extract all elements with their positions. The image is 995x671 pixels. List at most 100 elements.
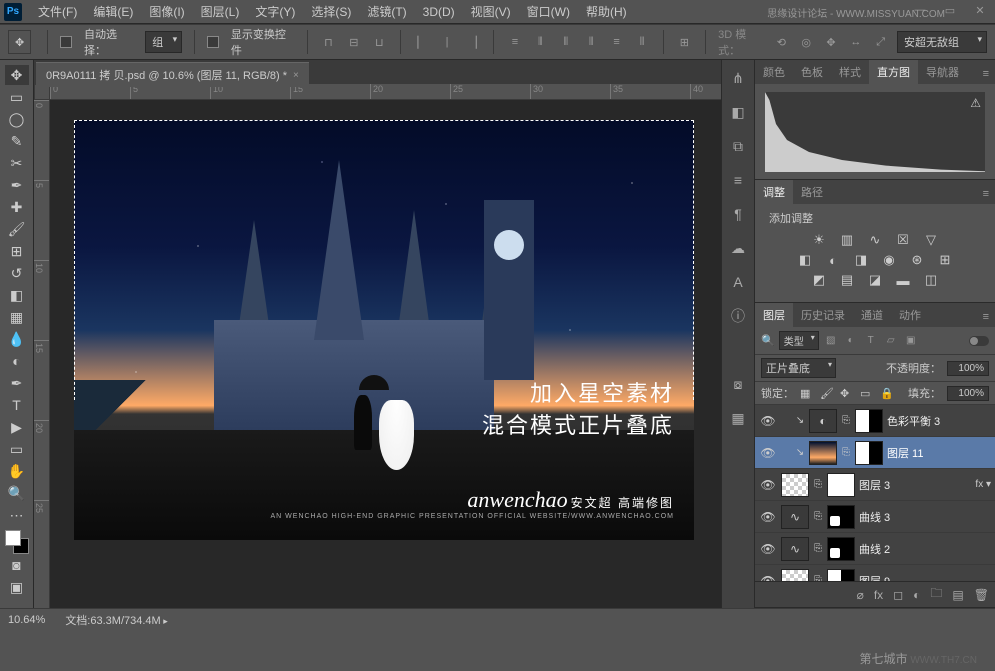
menu-layer[interactable]: 图层(L) bbox=[193, 1, 248, 22]
menu-edit[interactable]: 编辑(E) bbox=[85, 1, 141, 22]
mask-link-icon[interactable]: ⎘ bbox=[813, 479, 823, 490]
character-panel-icon[interactable]: ¶ bbox=[728, 204, 748, 224]
mask-thumbnail[interactable] bbox=[855, 409, 883, 433]
tab-histogram[interactable]: 直方图 bbox=[869, 60, 918, 84]
align-vcenter-icon[interactable]: ⊟ bbox=[345, 33, 362, 51]
brush-panel-icon[interactable]: ⋔ bbox=[728, 68, 748, 88]
adjustment-layer-icon[interactable]: ◐ bbox=[913, 588, 920, 602]
distribute-icon[interactable]: ≡ bbox=[608, 33, 625, 51]
photofilter-icon[interactable]: ◉ bbox=[880, 252, 898, 268]
foreground-color-icon[interactable] bbox=[5, 530, 21, 546]
opacity-input[interactable]: 100% bbox=[947, 361, 989, 376]
close-icon[interactable]: ✕ bbox=[965, 0, 995, 20]
stamp-tool-icon[interactable]: ⊞ bbox=[5, 241, 29, 261]
panel-menu-icon[interactable]: ≡ bbox=[977, 64, 995, 84]
glyphs-icon[interactable]: ⧇ bbox=[728, 374, 748, 394]
align-top-icon[interactable]: ⊓ bbox=[320, 33, 337, 51]
layer-row[interactable]: 👁 ↘ ⎘ 图层 11 bbox=[755, 437, 995, 469]
gradient-tool-icon[interactable]: ▦ bbox=[5, 307, 29, 327]
layer-name[interactable]: 色彩平衡 3 bbox=[887, 413, 940, 429]
minimize-icon[interactable]: — bbox=[905, 0, 935, 20]
mask-link-icon[interactable]: ⎘ bbox=[841, 415, 851, 426]
filter-pixel-icon[interactable]: ▧ bbox=[823, 334, 839, 348]
swatches-icon[interactable]: ▦ bbox=[728, 408, 748, 428]
levels-icon[interactable]: ▥ bbox=[838, 232, 856, 248]
layer-list[interactable]: 👁 ↘ ◐ ⎘ 色彩平衡 3 👁 ↘ ⎘ 图层 11 👁 bbox=[755, 405, 995, 581]
exposure-icon[interactable]: ☒ bbox=[894, 232, 912, 248]
eyedropper-tool-icon[interactable]: ✒ bbox=[5, 175, 29, 195]
tab-channels[interactable]: 通道 bbox=[853, 303, 891, 327]
menu-view[interactable]: 视图(V) bbox=[463, 1, 519, 22]
filter-kind-dropdown[interactable]: 类型 bbox=[779, 331, 819, 350]
tab-styles[interactable]: 样式 bbox=[831, 60, 869, 84]
menu-select[interactable]: 选择(S) bbox=[303, 1, 359, 22]
lock-all-icon[interactable]: 🔒 bbox=[880, 387, 894, 400]
marquee-tool-icon[interactable]: ▭ bbox=[5, 87, 29, 107]
layer-row[interactable]: 👁 ⎘ 图层 3 fx ▾ bbox=[755, 469, 995, 501]
dodge-tool-icon[interactable]: ◐ bbox=[5, 351, 29, 371]
layer-thumbnail[interactable] bbox=[781, 569, 809, 582]
move-tool-icon[interactable]: ✥ bbox=[8, 30, 31, 54]
eraser-tool-icon[interactable]: ◧ bbox=[5, 285, 29, 305]
tab-adjustments[interactable]: 调整 bbox=[755, 180, 793, 204]
mask-thumbnail[interactable] bbox=[855, 441, 883, 465]
vibrance-icon[interactable]: ▽ bbox=[922, 232, 940, 248]
3d-roll-icon[interactable]: ◎ bbox=[798, 33, 815, 51]
panel-menu-icon[interactable]: ≡ bbox=[977, 307, 995, 327]
mask-link-icon[interactable]: ⎘ bbox=[813, 511, 823, 522]
layer-fx-icon[interactable]: fx bbox=[874, 588, 883, 602]
arrange-icon[interactable]: ⊞ bbox=[676, 33, 693, 51]
layer-thumbnail[interactable] bbox=[809, 441, 837, 465]
colorbalance-icon[interactable]: ◐ bbox=[824, 252, 842, 268]
menu-3d[interactable]: 3D(D) bbox=[415, 3, 463, 21]
blur-tool-icon[interactable]: 💧 bbox=[5, 329, 29, 349]
crop-tool-icon[interactable]: ✂ bbox=[5, 153, 29, 173]
3d-slide-icon[interactable]: ↔ bbox=[847, 33, 864, 51]
selective-icon[interactable]: ◫ bbox=[922, 272, 940, 288]
distribute-icon[interactable]: ⫴ bbox=[557, 33, 574, 51]
pen-tool-icon[interactable]: ✒ bbox=[5, 373, 29, 393]
panel-menu-icon[interactable]: ≡ bbox=[977, 184, 995, 204]
distribute-icon[interactable]: ⫴ bbox=[633, 33, 650, 51]
type-panel-icon[interactable]: A bbox=[728, 272, 748, 292]
new-layer-icon[interactable]: ▤ bbox=[952, 588, 963, 602]
menu-help[interactable]: 帮助(H) bbox=[578, 1, 635, 22]
histogram-warning-icon[interactable]: ⚠ bbox=[970, 96, 981, 110]
color-swatches[interactable] bbox=[5, 530, 29, 554]
edit-toolbar-icon[interactable]: ⋯ bbox=[5, 505, 29, 525]
zoom-level[interactable]: 10.64% bbox=[8, 614, 45, 626]
lock-position-icon[interactable]: 🖌 bbox=[820, 387, 834, 400]
threshold-icon[interactable]: ◪ bbox=[866, 272, 884, 288]
menu-window[interactable]: 窗口(W) bbox=[519, 1, 578, 22]
tab-swatches[interactable]: 色板 bbox=[793, 60, 831, 84]
layer-name[interactable]: 图层 3 bbox=[859, 477, 890, 493]
visibility-icon[interactable]: 👁 bbox=[759, 540, 777, 558]
mask-thumbnail[interactable] bbox=[827, 537, 855, 561]
clone-source-icon[interactable]: ⧉ bbox=[728, 136, 748, 156]
visibility-icon[interactable]: 👁 bbox=[759, 508, 777, 526]
tab-history[interactable]: 历史记录 bbox=[793, 303, 853, 327]
bw-icon[interactable]: ◨ bbox=[852, 252, 870, 268]
layer-thumbnail[interactable]: ∿ bbox=[781, 505, 809, 529]
screenmode-icon[interactable]: ▣ bbox=[5, 577, 29, 597]
distribute-icon[interactable]: ≡ bbox=[506, 33, 523, 51]
align-left-icon[interactable]: ▏ bbox=[413, 33, 430, 51]
lock-pixels-icon[interactable]: ▦ bbox=[800, 387, 814, 400]
menu-file[interactable]: 文件(F) bbox=[30, 1, 85, 22]
filter-smart-icon[interactable]: ▣ bbox=[903, 334, 919, 348]
tool-preset-dropdown[interactable]: 安超无敌组 bbox=[897, 31, 987, 53]
layer-row[interactable]: 👁 ↘ ◐ ⎘ 色彩平衡 3 bbox=[755, 405, 995, 437]
link-layers-icon[interactable]: ⌀ bbox=[857, 588, 864, 602]
visibility-icon[interactable]: 👁 bbox=[759, 412, 777, 430]
align-bottom-icon[interactable]: ⊔ bbox=[371, 33, 388, 51]
layer-row[interactable]: 👁 ⎘ 图层 9 bbox=[755, 565, 995, 581]
group-icon[interactable]: 🗀 bbox=[930, 584, 942, 605]
posterize-icon[interactable]: ▤ bbox=[838, 272, 856, 288]
fill-input[interactable]: 100% bbox=[947, 386, 989, 401]
tab-navigator[interactable]: 导航器 bbox=[918, 60, 967, 84]
layer-name[interactable]: 图层 9 bbox=[859, 573, 890, 582]
mask-thumbnail[interactable] bbox=[827, 569, 855, 582]
menu-image[interactable]: 图像(I) bbox=[141, 1, 192, 22]
fx-icon[interactable]: fx ▾ bbox=[975, 479, 991, 490]
layer-thumbnail[interactable] bbox=[781, 473, 809, 497]
